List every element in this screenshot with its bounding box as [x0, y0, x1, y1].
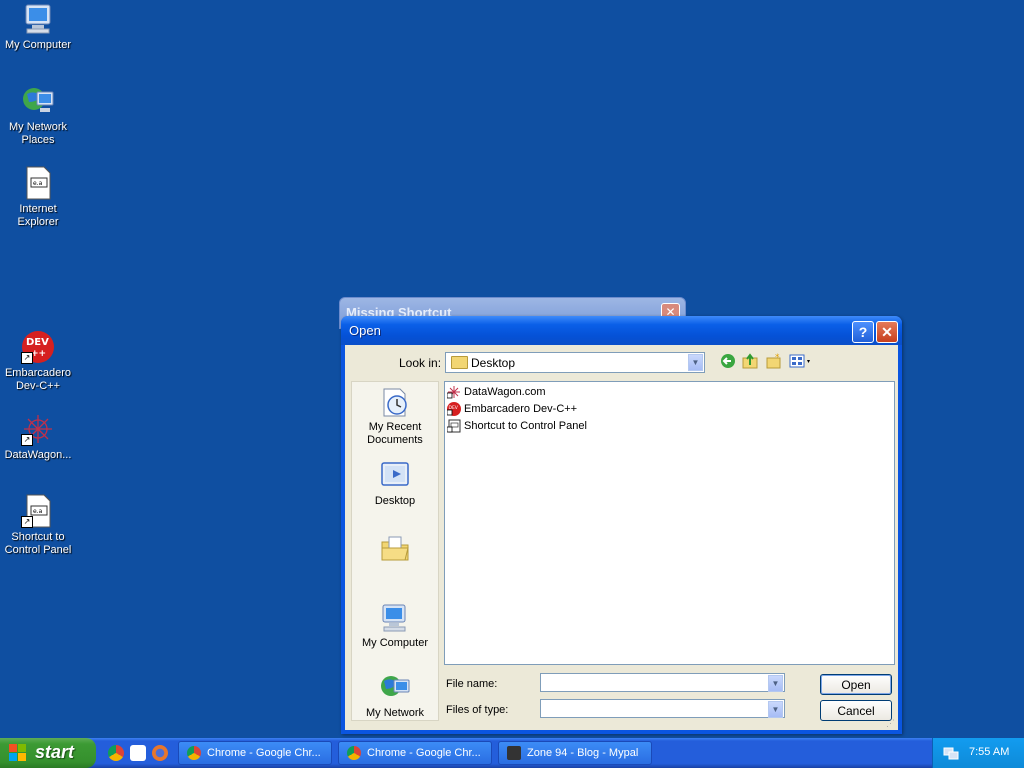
shortcut-arrow-icon: ↗: [21, 352, 33, 364]
control-panel-icon: e.a ↗: [21, 494, 55, 528]
open-button[interactable]: Open: [820, 674, 892, 695]
folder-icon: [451, 356, 468, 369]
desktop-icon-label: My Computer: [4, 39, 72, 51]
desktop-icon-dev-cpp[interactable]: DEV ++ ↗ Embarcadero Dev-C++: [0, 330, 76, 393]
control-panel-icon: [446, 419, 461, 433]
my-network-icon: [379, 672, 411, 704]
place-label: Desktop: [374, 495, 416, 507]
file-item-dev-cpp[interactable]: DEV Embarcadero Dev-C++: [446, 401, 578, 417]
file-name: DataWagon.com: [464, 386, 546, 398]
files-of-type-dropdown[interactable]: ▼: [540, 699, 785, 718]
cancel-button[interactable]: Cancel: [820, 700, 892, 721]
shortcut-arrow-icon: ↗: [21, 516, 33, 528]
desktop-icon-control-panel-shortcut[interactable]: e.a ↗ Shortcut to Control Panel: [0, 494, 76, 557]
look-in-dropdown[interactable]: Desktop ▼: [445, 352, 705, 373]
desktop-icon-label: Shortcut to Control Panel: [4, 531, 72, 556]
taskbar-item-chrome-2[interactable]: Chrome - Google Chr...: [338, 741, 492, 765]
chrome-icon: [347, 746, 361, 760]
file-name-combobox[interactable]: ▼: [540, 673, 785, 692]
view-menu-button[interactable]: [789, 352, 813, 370]
datawagon-icon: ↗: [21, 412, 55, 446]
file-item-datawagon[interactable]: DataWagon.com: [446, 384, 546, 400]
open-dialog: Open ? ✕ Look in: Desktop ▼ * My Recent …: [341, 316, 902, 734]
shortcut-arrow-icon: ↗: [21, 434, 33, 446]
place-my-computer[interactable]: My Computer: [352, 602, 438, 650]
view-menu-icon: [789, 354, 810, 368]
files-of-type-label: Files of type:: [446, 704, 509, 716]
start-button[interactable]: start: [0, 738, 96, 768]
place-label: My Computer: [361, 637, 429, 649]
help-button[interactable]: ?: [852, 321, 874, 343]
taskbar: start Chrome - Google Chr... Chrome - Go…: [0, 738, 1024, 768]
ie-quicklaunch-icon[interactable]: [130, 745, 146, 761]
place-label: My Recent Documents: [367, 421, 423, 446]
taskbar-item-label: Chrome - Google Chr...: [367, 747, 481, 759]
svg-text:*: *: [775, 353, 780, 363]
chrome-icon: [187, 746, 201, 760]
places-bar: My Recent Documents Desktop My Computer: [351, 381, 439, 721]
desktop-icon-label: DataWagon...: [4, 449, 72, 461]
up-folder-icon: [742, 353, 758, 369]
look-in-value: Desktop: [471, 356, 516, 370]
desktop-icon-label: Embarcadero Dev-C++: [4, 367, 72, 392]
mypal-icon: [507, 746, 521, 760]
dialog-title: Open: [349, 323, 381, 338]
file-name-label: File name:: [446, 678, 498, 690]
chrome-quicklaunch-icon[interactable]: [108, 745, 124, 761]
place-my-network[interactable]: My Network: [352, 672, 438, 720]
datawagon-icon: [446, 385, 461, 399]
dialog-client-area: Look in: Desktop ▼ * My Recent Documents: [345, 345, 898, 730]
chevron-down-icon[interactable]: ▼: [768, 675, 783, 692]
file-name: Shortcut to Control Panel: [464, 420, 587, 432]
my-documents-icon: [379, 532, 411, 564]
svg-text:++: ++: [31, 349, 46, 359]
place-desktop[interactable]: Desktop: [352, 460, 438, 508]
svg-text:DEV: DEV: [26, 337, 49, 348]
up-folder-button[interactable]: [741, 352, 759, 370]
open-dialog-titlebar[interactable]: Open ? ✕: [341, 316, 902, 345]
my-computer-icon: [379, 602, 411, 634]
start-label: start: [35, 742, 75, 762]
new-folder-button[interactable]: *: [765, 352, 783, 370]
my-computer-icon: [21, 2, 55, 36]
dev-cpp-icon: DEV ++ ↗: [21, 330, 55, 364]
taskbar-item-mypal[interactable]: Zone 94 - Blog - Mypal: [498, 741, 652, 765]
firefox-quicklaunch-icon[interactable]: [152, 745, 168, 761]
chevron-down-icon[interactable]: ▼: [768, 701, 783, 718]
back-button[interactable]: [719, 352, 737, 370]
new-folder-icon: *: [766, 353, 781, 369]
look-in-label: Look in:: [399, 356, 442, 370]
chevron-down-icon[interactable]: ▼: [688, 354, 703, 371]
close-button[interactable]: ✕: [876, 321, 898, 343]
windows-logo-icon: [9, 744, 27, 762]
file-list[interactable]: DataWagon.com DEV Embarcadero Dev-C++ Sh…: [444, 381, 895, 665]
clock[interactable]: 7:55 AM: [969, 746, 1009, 758]
place-my-recent-documents[interactable]: My Recent Documents: [352, 386, 438, 447]
desktop-icon-internet-explorer[interactable]: e.a Internet Explorer: [0, 166, 76, 229]
internet-explorer-icon: e.a: [21, 166, 55, 200]
desktop-icon: [379, 460, 411, 492]
recent-documents-icon: [379, 386, 411, 418]
network-places-icon: [21, 84, 55, 118]
desktop-icon-my-computer[interactable]: My Computer: [0, 2, 76, 52]
desktop-icon-label: My Network Places: [8, 121, 68, 146]
desktop-icon-label: Internet Explorer: [17, 203, 59, 228]
taskbar-item-label: Chrome - Google Chr...: [207, 747, 321, 759]
place-my-documents[interactable]: [352, 532, 438, 567]
desktop-icon-my-network-places[interactable]: My Network Places: [0, 84, 76, 147]
desktop-icon-datawagon[interactable]: ↗ DataWagon...: [0, 412, 76, 462]
dev-cpp-icon: DEV: [446, 402, 461, 416]
network-tray-icon[interactable]: [943, 745, 959, 761]
place-label: My Network: [365, 707, 425, 719]
taskbar-item-label: Zone 94 - Blog - Mypal: [527, 747, 639, 759]
back-arrow-icon: [721, 354, 735, 368]
file-item-control-panel-shortcut[interactable]: Shortcut to Control Panel: [446, 418, 587, 434]
svg-text:e.a: e.a: [33, 508, 43, 515]
file-name: Embarcadero Dev-C++: [464, 403, 578, 415]
resize-grip-icon[interactable]: ⋰: [886, 718, 896, 728]
taskbar-item-chrome-1[interactable]: Chrome - Google Chr...: [178, 741, 332, 765]
system-tray: 7:55 AM: [932, 738, 1024, 768]
svg-text:e.a: e.a: [33, 180, 43, 187]
